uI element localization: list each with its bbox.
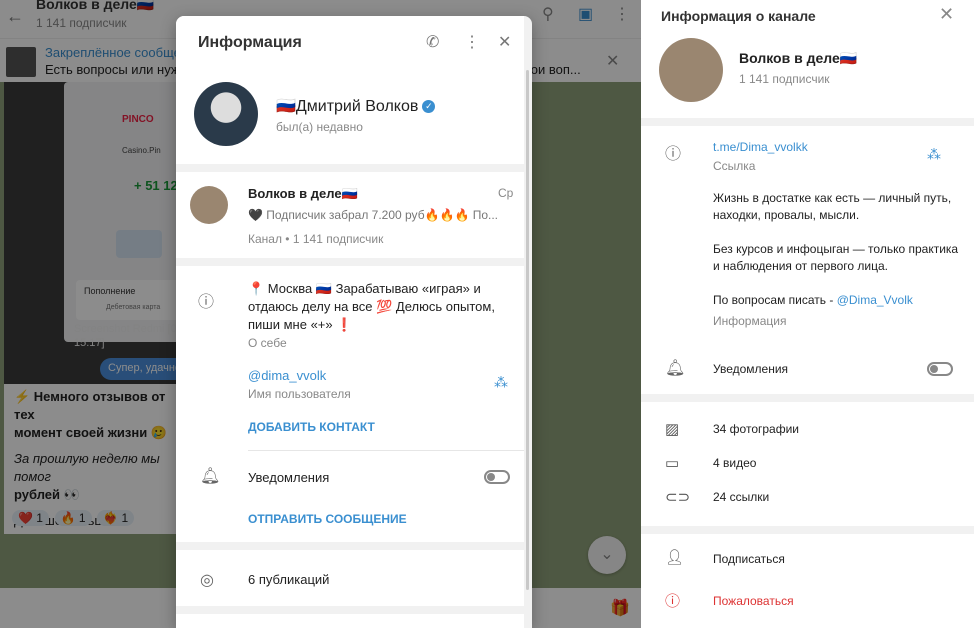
link-icon: ⊂⊃ — [665, 489, 691, 506]
about-label: О себе — [248, 336, 287, 350]
notifications-label: Уведомления — [248, 470, 330, 485]
report-button[interactable]: ⓘ Пожаловаться — [641, 534, 974, 628]
phone-icon[interactable]: ✆ — [426, 32, 439, 52]
warning-icon: ⓘ — [665, 593, 681, 610]
description-paragraph: Без курсов и инфоцыган — только практика… — [713, 242, 959, 273]
channel-subscribers: Канал • 1 141 подписчик — [248, 232, 384, 246]
notifications-toggle[interactable] — [484, 470, 510, 484]
info-section: ⓘ 📍 Москва 🇷🇺 Зарабатываю «играя» и отда… — [176, 266, 524, 542]
notifications-toggle[interactable] — [927, 362, 953, 376]
modal-title: Информация — [198, 34, 302, 51]
actions-section: 👤︎ Подписаться ⓘ Пожаловаться — [641, 534, 974, 628]
qr-code-icon[interactable]: ⁂ — [494, 374, 508, 391]
qr-code-icon[interactable]: ⁂ — [927, 146, 941, 163]
description-paragraph: Жизнь в достатке как есть — личный путь,… — [713, 191, 952, 222]
publications-row[interactable]: ◎ 6 публикаций — [176, 550, 524, 606]
channel-info-panel: Информация о канале ✕ Волков в деле🇷🇺 1 … — [641, 0, 974, 628]
divider — [248, 450, 524, 451]
bell-icon: 🔔︎ — [200, 468, 221, 485]
avatar[interactable] — [194, 82, 258, 146]
profile-name: 🇷🇺Дмитрий Волков ✓ — [276, 96, 436, 116]
modal-bottom — [176, 614, 524, 628]
publications-label: 6 публикаций — [248, 572, 330, 587]
bell-icon: 🔔︎ — [665, 360, 686, 377]
username-label: Имя пользователя — [248, 387, 351, 401]
close-icon[interactable]: ✕ — [498, 32, 511, 52]
report-label: Пожаловаться — [713, 594, 794, 608]
channel-subscribers: 1 141 подписчик — [739, 72, 830, 86]
channel-avatar — [190, 186, 228, 224]
username-link[interactable]: @dima_vvolk — [248, 368, 326, 383]
verified-icon: ✓ — [422, 100, 436, 114]
about-text: 📍 Москва 🇷🇺 Зарабатываю «играя» и отдаюс… — [248, 281, 495, 332]
avatar[interactable] — [659, 38, 723, 102]
description-label: Информация — [713, 314, 787, 328]
modal-header: Информация ✆ ⋮ ✕ 🇷🇺Дмитрий Волков ✓ был(а… — [176, 16, 524, 164]
video-icon: ▭ — [665, 455, 680, 472]
notifications-label: Уведомления — [713, 362, 789, 376]
personal-channel[interactable]: Волков в деле🇷🇺 Ср 🖤 Подписчик забрал 7.… — [176, 172, 524, 258]
close-icon[interactable]: ✕ — [939, 4, 954, 25]
scrollbar[interactable] — [526, 70, 529, 590]
channel-name: Волков в деле🇷🇺 — [739, 50, 858, 66]
stories-icon: ◎ — [200, 572, 214, 589]
link-label: Ссылка — [713, 159, 756, 173]
photos-label: 34 фотографии — [713, 422, 800, 436]
channel-last-message: 🖤 Подписчик забрал 7.200 руб🔥🔥🔥 По... — [248, 208, 499, 222]
add-contact-button[interactable]: ДОБАВИТЬ КОНТАКТ — [248, 420, 375, 434]
panel-header: Информация о канале ✕ Волков в деле🇷🇺 1 … — [641, 0, 974, 118]
info-icon: ⓘ — [198, 294, 215, 311]
user-info-modal: Информация ✆ ⋮ ✕ 🇷🇺Дмитрий Волков ✓ был(а… — [176, 16, 532, 628]
description-paragraph: По вопросам писать - @Dima_Vvolk — [713, 293, 913, 307]
more-menu-icon[interactable]: ⋮ — [464, 32, 480, 52]
contact-link[interactable]: @Dima_Vvolk — [837, 293, 913, 307]
channel-day: Ср — [498, 186, 514, 200]
notifications-row: 🔔︎ Уведомления — [641, 342, 974, 394]
info-icon: ⓘ — [665, 146, 682, 163]
channel-link[interactable]: t.me/Dima_vvolkk — [713, 140, 808, 154]
channel-title: Волков в деле🇷🇺 — [248, 186, 358, 201]
photos-row[interactable]: ▨ 34 фотографии — [641, 412, 974, 446]
channel-info-section: ⓘ t.me/Dima_vvolkk Ссылка ⁂ Жизнь в дост… — [641, 126, 974, 342]
panel-title: Информация о канале — [661, 8, 816, 24]
videos-label: 4 видео — [713, 456, 757, 470]
photo-icon: ▨ — [665, 421, 680, 438]
links-label: 24 ссылки — [713, 490, 770, 504]
links-row[interactable]: ⊂⊃ 24 ссылки — [641, 480, 974, 514]
videos-row[interactable]: ▭ 4 видео — [641, 446, 974, 480]
media-section: ▨ 34 фотографии ▭ 4 видео ⊂⊃ 24 ссылки — [641, 402, 974, 526]
send-message-button[interactable]: ОТПРАВИТЬ СООБЩЕНИЕ — [248, 512, 407, 526]
channel-description: Жизнь в достатке как есть — личный путь,… — [713, 190, 963, 309]
profile-status: был(а) недавно — [276, 120, 363, 134]
